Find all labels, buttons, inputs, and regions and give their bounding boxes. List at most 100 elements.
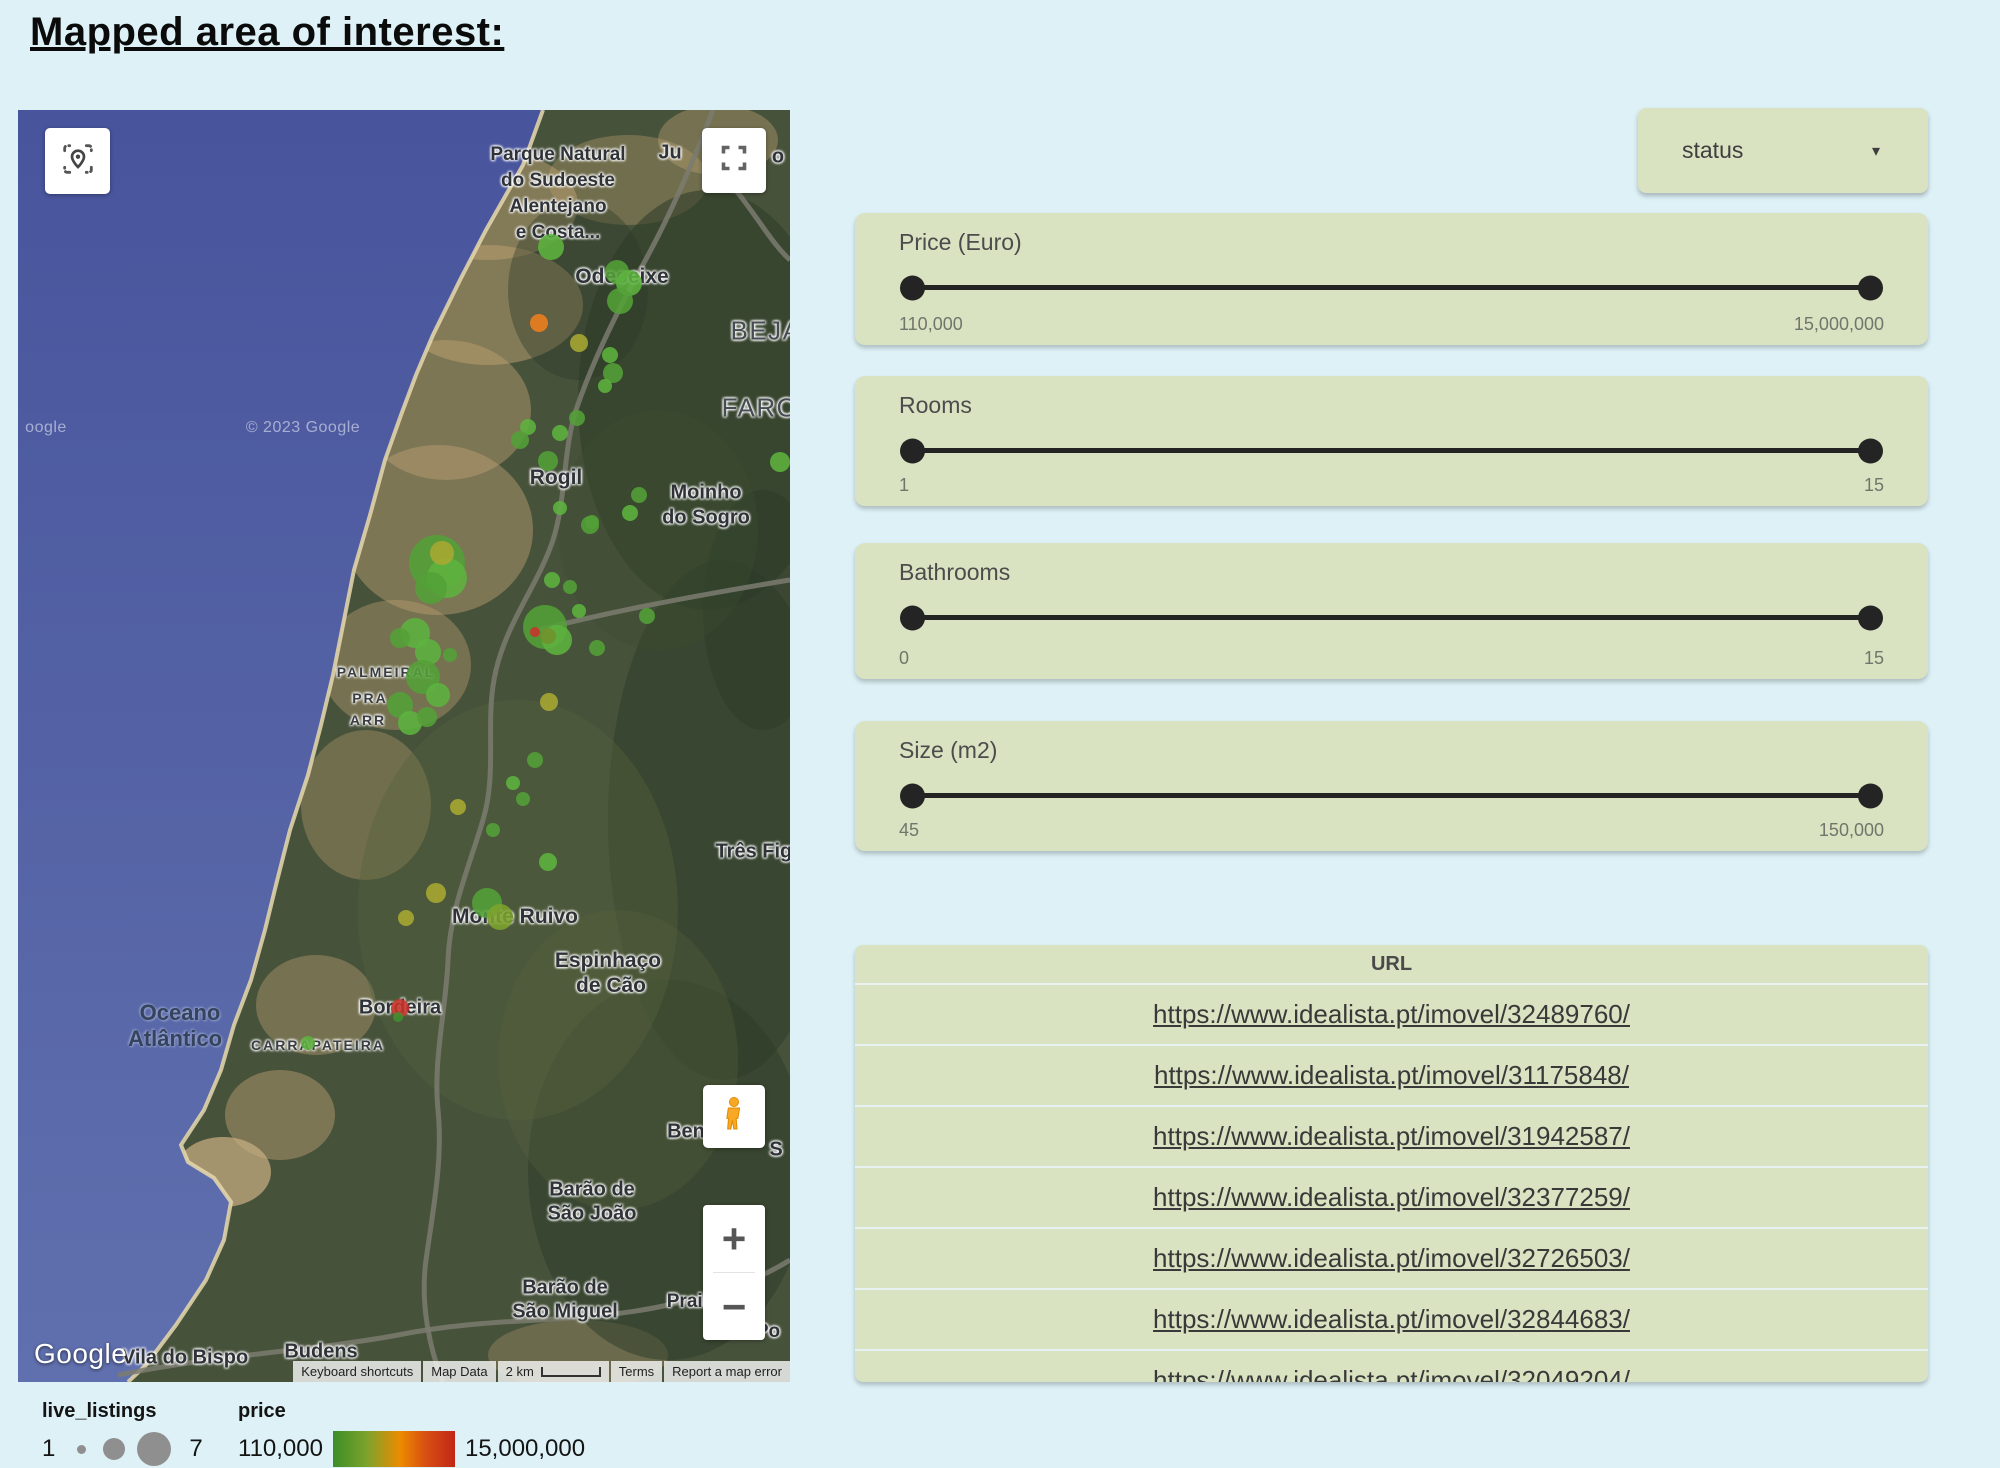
page-title: Mapped area of interest:	[30, 10, 504, 55]
size-slider-min-handle[interactable]	[900, 783, 925, 808]
listing-link[interactable]: https://www.idealista.pt/imovel/32049204…	[1153, 1365, 1630, 1382]
listing-marker[interactable]	[538, 451, 558, 471]
listing-marker[interactable]	[486, 823, 500, 837]
status-dropdown-label: status	[1682, 137, 1872, 164]
size-legend-min: 1	[42, 1435, 55, 1463]
listing-marker[interactable]	[598, 379, 612, 393]
bathrooms-max-value: 15	[1864, 648, 1884, 669]
focus-area-button[interactable]	[45, 128, 110, 194]
price-slider-min-handle[interactable]	[900, 275, 925, 300]
price-legend-min: 110,000	[238, 1435, 323, 1463]
url-table-header: URL	[855, 945, 1928, 983]
listing-link[interactable]: https://www.idealista.pt/imovel/32726503…	[1153, 1243, 1630, 1274]
price-slider-max-handle[interactable]	[1858, 275, 1883, 300]
size-slider-track[interactable]	[912, 793, 1871, 798]
listing-marker[interactable]	[631, 487, 647, 503]
listing-marker[interactable]	[426, 683, 450, 707]
listing-marker[interactable]	[511, 431, 529, 449]
listing-marker[interactable]	[602, 347, 618, 363]
bathrooms-filter-panel: Bathrooms 0 15	[855, 543, 1928, 679]
listing-marker[interactable]	[516, 792, 530, 806]
scale-bar: 2 km	[498, 1361, 609, 1382]
listing-marker[interactable]	[430, 541, 454, 565]
listing-marker[interactable]	[426, 883, 446, 903]
listing-marker[interactable]	[572, 604, 586, 618]
fullscreen-button[interactable]	[702, 128, 766, 193]
size-slider-label: Size (m2)	[899, 737, 997, 764]
size-legend-dot-large	[137, 1432, 171, 1466]
rooms-max-value: 15	[1864, 475, 1884, 496]
terms-link[interactable]: Terms	[611, 1361, 662, 1382]
listing-marker[interactable]	[530, 314, 548, 332]
listing-link[interactable]: https://www.idealista.pt/imovel/31942587…	[1153, 1121, 1630, 1152]
listing-marker[interactable]	[527, 752, 543, 768]
listing-marker[interactable]	[450, 799, 466, 815]
bathrooms-slider-track[interactable]	[912, 615, 1871, 620]
listing-link[interactable]: https://www.idealista.pt/imovel/32844683…	[1153, 1304, 1630, 1335]
price-filter-panel: Price (Euro) 110,000 15,000,000	[855, 213, 1928, 345]
rooms-min-value: 1	[899, 475, 909, 496]
zoom-out-button[interactable]: −	[703, 1273, 765, 1340]
focus-pin-icon	[58, 139, 98, 184]
size-slider-max-handle[interactable]	[1858, 783, 1883, 808]
status-dropdown[interactable]: status ▾	[1638, 108, 1928, 193]
listing-marker[interactable]	[538, 234, 564, 260]
map-footer: Keyboard shortcutsMap Data2 kmTermsRepor…	[291, 1361, 790, 1382]
rooms-slider-label: Rooms	[899, 392, 972, 419]
listing-marker[interactable]	[553, 501, 567, 515]
listing-marker[interactable]	[530, 627, 540, 637]
listing-marker[interactable]	[301, 1036, 315, 1050]
listing-link[interactable]: https://www.idealista.pt/imovel/32489760…	[1153, 999, 1630, 1030]
price-slider-label: Price (Euro)	[899, 229, 1022, 256]
scale-bracket	[541, 1367, 601, 1377]
listing-marker[interactable]	[393, 1012, 403, 1022]
map[interactable]: Parque Naturaldo SudoesteAlentejanoe Cos…	[18, 110, 790, 1382]
listing-marker[interactable]	[540, 693, 558, 711]
pegman-icon	[714, 1094, 754, 1139]
listing-marker[interactable]	[639, 608, 655, 624]
zoom-in-button[interactable]: +	[703, 1205, 765, 1272]
url-table-row: https://www.idealista.pt/imovel/31942587…	[855, 1105, 1928, 1166]
google-logo[interactable]: Google	[34, 1338, 127, 1370]
rooms-slider-min-handle[interactable]	[900, 438, 925, 463]
listing-marker[interactable]	[539, 853, 557, 871]
url-table-row: https://www.idealista.pt/imovel/32844683…	[855, 1288, 1928, 1349]
size-legend-dot-small	[77, 1445, 86, 1454]
url-table-row: https://www.idealista.pt/imovel/32489760…	[855, 983, 1928, 1044]
listing-marker[interactable]	[540, 628, 556, 644]
rooms-slider-max-handle[interactable]	[1858, 438, 1883, 463]
listing-marker[interactable]	[622, 505, 638, 521]
listing-marker[interactable]	[415, 572, 447, 604]
bathrooms-slider-min-handle[interactable]	[900, 605, 925, 630]
listing-marker[interactable]	[569, 410, 585, 426]
price-slider-track[interactable]	[912, 285, 1871, 290]
listing-marker[interactable]	[390, 628, 410, 648]
pegman-button[interactable]	[703, 1085, 765, 1148]
listing-marker[interactable]	[581, 516, 599, 534]
keyboard-shortcuts-button[interactable]: Keyboard shortcuts	[293, 1361, 421, 1382]
listing-marker[interactable]	[770, 452, 790, 472]
url-table-row: https://www.idealista.pt/imovel/32377259…	[855, 1166, 1928, 1227]
report-map-error-link[interactable]: Report a map error	[664, 1361, 790, 1382]
listing-marker[interactable]	[506, 776, 520, 790]
listing-link[interactable]: https://www.idealista.pt/imovel/32377259…	[1153, 1182, 1630, 1213]
price-legend-max: 15,000,000	[465, 1435, 585, 1463]
listing-marker[interactable]	[544, 572, 560, 588]
listing-marker[interactable]	[443, 648, 457, 662]
map-data-label[interactable]: Map Data	[423, 1361, 495, 1382]
listing-marker[interactable]	[607, 288, 633, 314]
listing-marker[interactable]	[589, 640, 605, 656]
rooms-slider-track[interactable]	[912, 448, 1871, 453]
listing-marker[interactable]	[417, 707, 437, 727]
url-table-row: https://www.idealista.pt/imovel/32049204…	[855, 1349, 1928, 1382]
listing-marker[interactable]	[552, 425, 568, 441]
listing-link[interactable]: https://www.idealista.pt/imovel/31175848…	[1154, 1060, 1629, 1091]
listing-marker[interactable]	[570, 334, 588, 352]
listing-marker[interactable]	[487, 904, 513, 930]
bathrooms-slider-max-handle[interactable]	[1858, 605, 1883, 630]
listing-marker[interactable]	[398, 910, 414, 926]
size-legend: 1 7	[42, 1430, 203, 1468]
zoom-control: + −	[703, 1205, 765, 1340]
listing-marker[interactable]	[563, 580, 577, 594]
size-filter-panel: Size (m2) 45 150,000	[855, 721, 1928, 851]
